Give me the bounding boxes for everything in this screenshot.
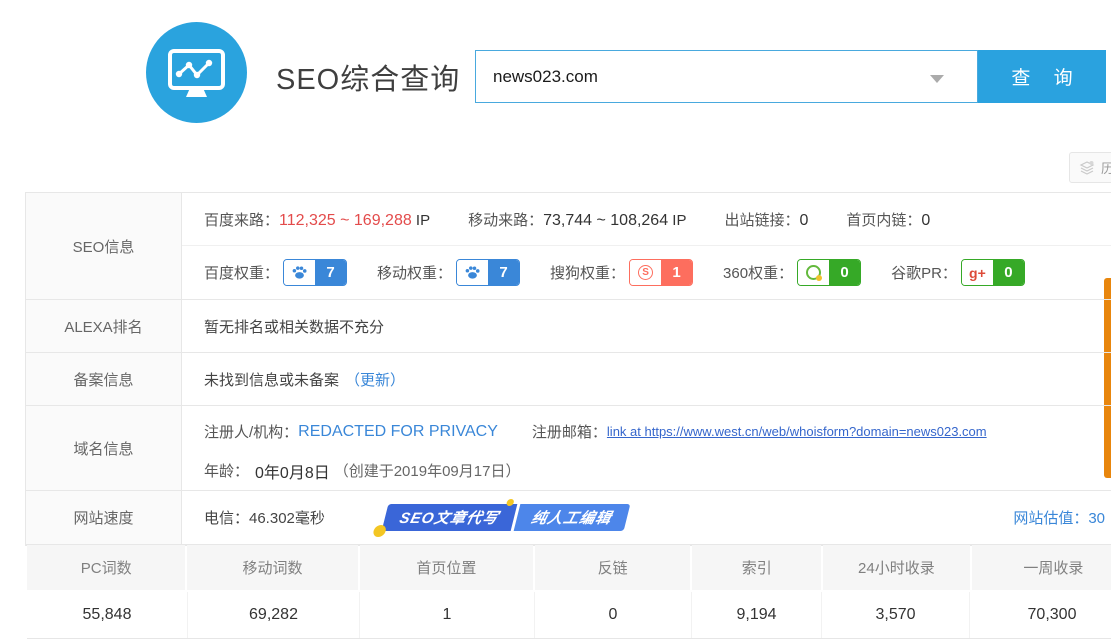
registrant-value: REDACTED FOR PRIVACY: [298, 423, 498, 441]
site-valuation-link[interactable]: 网站估值：30: [1013, 491, 1105, 544]
age-value: 0年0月8日: [255, 459, 330, 483]
weight-item: 360权重： 0: [723, 259, 861, 286]
weight-label: 360权重：: [723, 262, 793, 283]
chevron-down-icon[interactable]: [930, 75, 944, 83]
history-button[interactable]: 历史: [1069, 152, 1111, 183]
baidu-traffic-value: 112,325 ~ 169,288: [279, 212, 412, 229]
row-site-speed: 网站速度 电信：46.302毫秒 SEO文章代写 纯人工编辑 网站估值：30: [26, 491, 1111, 545]
telecom-speed: 电信：46.302毫秒: [204, 507, 325, 528]
stats-value-cell: 70,300: [969, 592, 1111, 638]
stats-value-cell: 1: [359, 592, 534, 638]
alexa-text: 暂无排名或相关数据不充分: [182, 300, 1111, 352]
beian-update-link[interactable]: （更新）: [345, 369, 405, 390]
stats-header-row: PC词数移动词数首页位置反链索引24小时收录一周收录: [27, 545, 1111, 592]
baidu-paw-icon: [457, 260, 488, 285]
baidu-paw-icon: [284, 260, 315, 285]
ad-left-text: SEO文章代写: [382, 504, 517, 531]
domain-search-input[interactable]: [475, 50, 978, 103]
weight-item: 百度权重： 7: [204, 259, 347, 286]
weight-badge[interactable]: 7: [283, 259, 347, 286]
stats-value-cell: 55,848: [27, 592, 187, 638]
baidu-traffic: 百度来路：112,325 ~ 169,288 IP: [204, 209, 430, 230]
age-line: 年龄： 0年0月8日 （创建于2019年09月17日）: [182, 451, 1111, 490]
weight-badge[interactable]: S1: [629, 259, 693, 286]
weights-line: 百度权重：7移动权重：7搜狗权重：S1360权重：0谷歌PR：g+0: [182, 246, 1111, 299]
weight-value: 0: [829, 260, 860, 285]
weight-label: 谷歌PR：: [891, 262, 957, 283]
keyword-stats-table: PC词数移动词数首页位置反链索引24小时收录一周收录 55,84869,2821…: [27, 545, 1111, 639]
registrant-label: 注册人/机构：: [204, 421, 298, 442]
seo-writing-ad-banner[interactable]: SEO文章代写 纯人工编辑: [382, 504, 630, 531]
whois-email-link[interactable]: link at https://www.west.cn/web/whoisfor…: [607, 424, 987, 439]
weight-value: 0: [993, 260, 1024, 285]
history-button-label: 历史: [1101, 158, 1111, 177]
registrant-line: 注册人/机构： REDACTED FOR PRIVACY 注册邮箱： link …: [182, 412, 1111, 451]
weight-badge[interactable]: g+0: [961, 259, 1025, 286]
weight-value: 7: [315, 260, 346, 285]
sogou-s-icon: S: [630, 260, 661, 285]
stats-column-header: 首页位置: [360, 545, 533, 590]
outbound-links-value: 0: [799, 212, 808, 229]
weight-item: 搜狗权重：S1: [550, 259, 693, 286]
page-title: SEO综合查询: [276, 56, 460, 98]
homepage-inner-links-value: 0: [921, 212, 930, 229]
weight-item: 谷歌PR：g+0: [891, 259, 1025, 286]
beian-text: 未找到信息或未备案: [204, 369, 339, 390]
weight-label: 移动权重：: [377, 262, 452, 283]
email-label: 注册邮箱：: [532, 421, 607, 442]
stats-value-cell: 0: [534, 592, 691, 638]
row-label: 域名信息: [26, 406, 182, 490]
stats-column-header: PC词数: [27, 545, 185, 590]
age-label: 年龄：: [204, 460, 249, 481]
search-bar: 查 询: [475, 50, 1106, 103]
circle-360-icon: [798, 260, 829, 285]
seo-info-table: SEO信息 百度来路：112,325 ~ 169,288 IP 移动来路：73,…: [25, 192, 1111, 546]
stats-column-header: 一周收录: [972, 545, 1111, 590]
weight-label: 搜狗权重：: [550, 262, 625, 283]
weight-label: 百度权重：: [204, 262, 279, 283]
outbound-links: 出站链接：0: [724, 209, 808, 230]
query-button[interactable]: 查 询: [978, 50, 1106, 103]
stats-value-cell: 69,282: [187, 592, 359, 638]
row-beian: 备案信息 未找到信息或未备案 （更新）: [26, 353, 1111, 406]
stats-value-row: 55,84869,282109,1943,57070,300: [27, 592, 1111, 639]
stats-column-header: 24小时收录: [823, 545, 970, 590]
row-seo-info: SEO信息 百度来路：112,325 ~ 169,288 IP 移动来路：73,…: [26, 193, 1111, 300]
homepage-inner-links: 首页内链：0: [846, 209, 930, 230]
mobile-traffic-value: 73,744 ~ 108,264: [543, 212, 668, 229]
stats-value-cell: 9,194: [691, 592, 821, 638]
stats-value-cell: 3,570: [821, 592, 969, 638]
weight-value: 7: [488, 260, 519, 285]
google-plus-icon: g+: [962, 260, 993, 285]
seo-query-page: { "brand": { "title": "SEO综合查询" }, "sear…: [0, 0, 1111, 643]
row-label: 备案信息: [26, 353, 182, 405]
traffic-line: 百度来路：112,325 ~ 169,288 IP 移动来路：73,744 ~ …: [182, 193, 1111, 246]
weight-item: 移动权重： 7: [377, 259, 520, 286]
age-note: （创建于2019年09月17日）: [334, 460, 521, 481]
ad-dot-icon: [372, 525, 387, 537]
row-label: ALEXA排名: [26, 300, 182, 352]
mobile-traffic: 移动来路：73,744 ~ 108,264 IP: [468, 209, 686, 230]
ad-right-text: 纯人工编辑: [513, 504, 630, 531]
row-domain-info: 域名信息 注册人/机构： REDACTED FOR PRIVACY 注册邮箱： …: [26, 406, 1111, 491]
weight-value: 1: [661, 260, 692, 285]
row-label: SEO信息: [26, 193, 182, 299]
weight-badge[interactable]: 7: [456, 259, 520, 286]
weight-badge[interactable]: 0: [797, 259, 861, 286]
row-alexa: ALEXA排名 暂无排名或相关数据不充分: [26, 300, 1111, 353]
stats-column-header: 索引: [692, 545, 821, 590]
site-logo-chart-monitor-icon: [146, 22, 247, 123]
row-label: 网站速度: [26, 491, 182, 544]
stats-column-header: 移动词数: [187, 545, 357, 590]
stats-column-header: 反链: [535, 545, 690, 590]
layers-icon: [1079, 160, 1095, 176]
